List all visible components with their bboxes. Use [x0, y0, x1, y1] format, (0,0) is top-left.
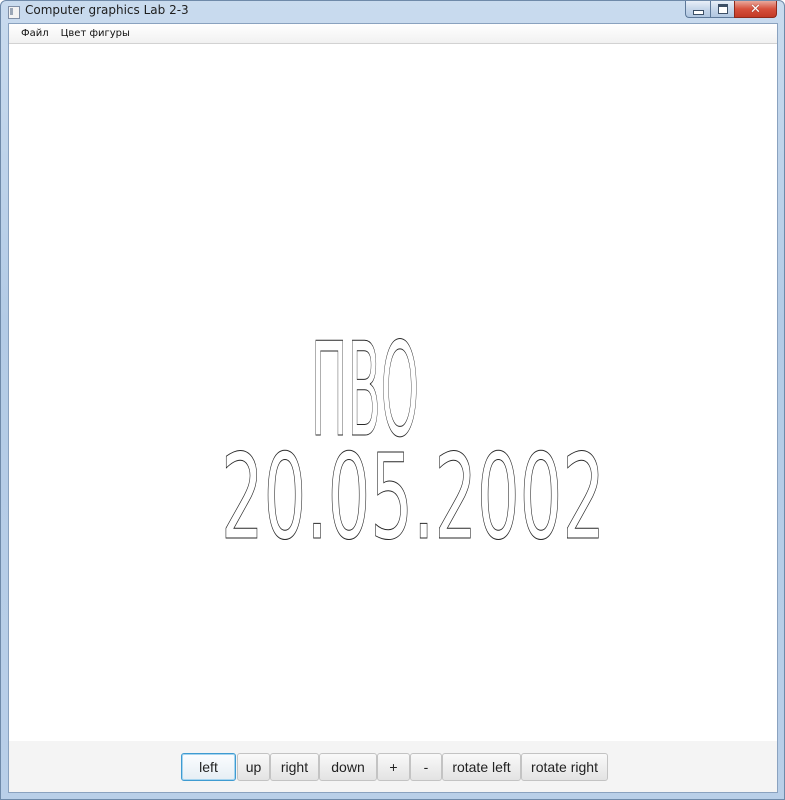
right-button[interactable]: right: [270, 753, 319, 781]
maximize-icon: [717, 4, 728, 14]
menu-bar: Файл Цвет фигуры: [9, 24, 777, 44]
title-bar[interactable]: Computer graphics Lab 2-3 ✕: [1, 1, 784, 23]
window-controls: ✕: [685, 1, 777, 18]
figure-svg: ПВО 20.05.2002: [221, 314, 606, 567]
close-button[interactable]: ✕: [734, 1, 777, 18]
rotate-left-button[interactable]: rotate left: [442, 753, 521, 781]
close-icon: ✕: [750, 1, 761, 17]
figure-text-line-2: 20.05.2002: [221, 428, 605, 566]
window-title: Computer graphics Lab 2-3: [25, 3, 189, 17]
drawing-canvas[interactable]: ПВО 20.05.2002: [9, 44, 777, 741]
maximize-button[interactable]: [710, 1, 734, 18]
zoom-in-button[interactable]: +: [377, 753, 410, 781]
application-window: Computer graphics Lab 2-3 ✕ Файл Цвет фи…: [0, 0, 785, 800]
minimize-button[interactable]: [685, 1, 710, 18]
control-toolbar: left up right down + - rotate left rotat…: [9, 741, 777, 792]
zoom-out-button[interactable]: -: [410, 753, 442, 781]
down-button[interactable]: down: [319, 753, 377, 781]
menu-file[interactable]: Файл: [15, 28, 55, 39]
minimize-icon: [692, 9, 704, 15]
rotate-right-button[interactable]: rotate right: [521, 753, 608, 781]
menu-figure-color[interactable]: Цвет фигуры: [55, 28, 136, 39]
client-area: Файл Цвет фигуры ПВО 20.05.2002 left up …: [8, 23, 778, 793]
left-button[interactable]: left: [181, 753, 236, 781]
up-button[interactable]: up: [237, 753, 270, 781]
app-icon: [8, 6, 20, 19]
